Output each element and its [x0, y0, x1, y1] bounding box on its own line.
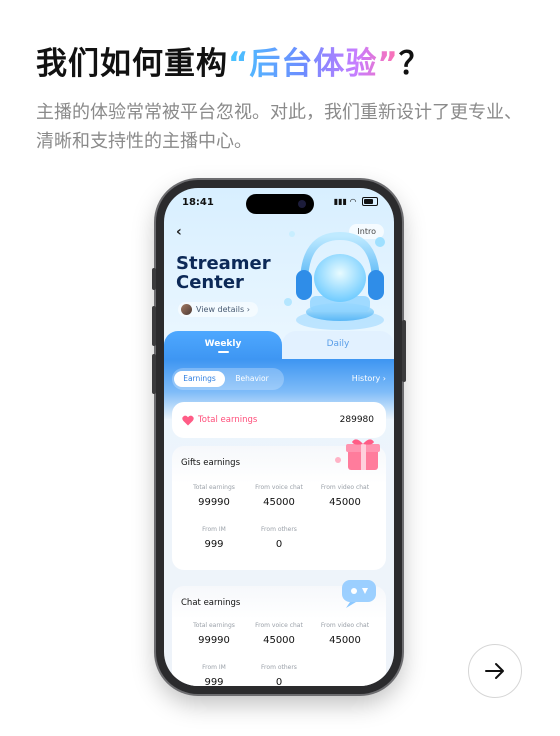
- chat-stat-others: From others 0: [244, 664, 314, 686]
- stat-value: 99990: [198, 635, 230, 646]
- tab-weekly[interactable]: Weekly: [164, 331, 282, 361]
- phone-screen: 18:41 ▮▮▮ ◠ ‹ Intro Streamer Center View…: [164, 188, 394, 686]
- stat-value: 45000: [263, 497, 295, 508]
- total-earnings-card: Total earnings 289980: [172, 402, 386, 438]
- stat-label: From voice chat: [255, 484, 303, 491]
- chat-stat-total: Total earnings 99990: [179, 622, 249, 646]
- chat-bubble-icon: [342, 580, 376, 608]
- chat-stat-voice: From voice chat 45000: [244, 622, 314, 646]
- status-icons: ▮▮▮ ◠: [334, 197, 378, 206]
- hero-title-line2: Center: [176, 272, 244, 293]
- gifts-stat-others: From others 0: [244, 526, 314, 550]
- signal-icon: ▮▮▮: [333, 197, 347, 206]
- avatar: [181, 304, 192, 315]
- page-subtitle: 主播的体验常常被平台忽视。对此，我们重新设计了更专业、清晰和支持性的主播中心。: [36, 102, 522, 152]
- phone-mute-switch: [152, 268, 156, 290]
- gifts-stat-video: From video chat 45000: [310, 484, 380, 508]
- stat-value: 0: [275, 677, 283, 686]
- stat-value: 45000: [329, 497, 361, 508]
- back-button[interactable]: ‹: [176, 224, 182, 240]
- stat-value: 99990: [198, 497, 230, 508]
- tab-daily[interactable]: Daily: [282, 331, 394, 359]
- battery-icon: [362, 197, 378, 206]
- total-earnings-label: Total earnings: [198, 415, 258, 425]
- gifts-stat-total: Total earnings 99990: [179, 484, 249, 508]
- gifts-earnings-card: Gifts earnings Total earnings 99990 From …: [172, 439, 386, 570]
- stat-label: Total earnings: [193, 622, 235, 629]
- stat-label: From others: [261, 664, 297, 671]
- stat-value: 0: [275, 539, 283, 550]
- headline-suffix: ？: [398, 46, 431, 82]
- chat-stat-video: From video chat 45000: [310, 622, 380, 646]
- headline-highlight: “后台体验”: [228, 46, 399, 82]
- stat-value: 45000: [329, 635, 361, 646]
- status-time: 18:41: [182, 197, 214, 208]
- phone-volume-down: [152, 354, 156, 394]
- headline-prefix: 我们如何重构: [36, 46, 228, 82]
- view-details-label: View details ›: [196, 305, 250, 314]
- period-tabs: Weekly Daily: [164, 331, 394, 361]
- tab-weekly-label: Weekly: [204, 339, 242, 349]
- stat-label: From video chat: [320, 622, 370, 629]
- total-earnings-value: 289980: [339, 415, 374, 425]
- stat-label: From IM: [202, 526, 226, 533]
- view-details-link[interactable]: View details ›: [178, 302, 258, 317]
- hero-title-line1: Streamer: [176, 253, 271, 274]
- page-headline: 我们如何重构“后台体验”？: [36, 38, 431, 83]
- gifts-stat-voice: From voice chat 45000: [244, 484, 314, 508]
- phone-power-button: [402, 320, 406, 382]
- dynamic-island: [246, 194, 314, 214]
- gifts-earnings-title: Gifts earnings: [181, 458, 240, 468]
- chat-stat-im: From IM 999: [179, 664, 249, 686]
- chat-earnings-card: Chat earnings Total earnings 99990 From v…: [172, 580, 386, 686]
- phone-volume-up: [152, 306, 156, 346]
- history-link[interactable]: History ›: [352, 374, 386, 383]
- stat-label: From video chat: [320, 484, 370, 491]
- stat-value: 45000: [263, 635, 295, 646]
- gift-icon: [335, 439, 380, 470]
- stat-label: From voice chat: [255, 622, 303, 629]
- stat-label: From IM: [202, 664, 226, 671]
- segment-earnings[interactable]: Earnings: [174, 371, 225, 387]
- tab-indicator: [218, 351, 229, 353]
- stat-value: 999: [204, 539, 224, 550]
- arrow-right-icon: [485, 663, 504, 679]
- heart-icon: [182, 415, 194, 426]
- stat-value: 999: [204, 677, 224, 686]
- phone-mockup: 18:41 ▮▮▮ ◠ ‹ Intro Streamer Center View…: [152, 180, 406, 694]
- gifts-stat-im: From IM 999: [179, 526, 249, 550]
- next-button[interactable]: [468, 644, 522, 698]
- stat-label: Total earnings: [193, 484, 235, 491]
- chat-earnings-title: Chat earnings: [181, 598, 241, 608]
- wifi-icon: ◠: [349, 197, 357, 206]
- segment-behavior[interactable]: Behavior: [230, 371, 274, 387]
- hero-title: Streamer Center: [176, 254, 271, 292]
- headphones-icon: [284, 231, 385, 330]
- stat-label: From others: [261, 526, 297, 533]
